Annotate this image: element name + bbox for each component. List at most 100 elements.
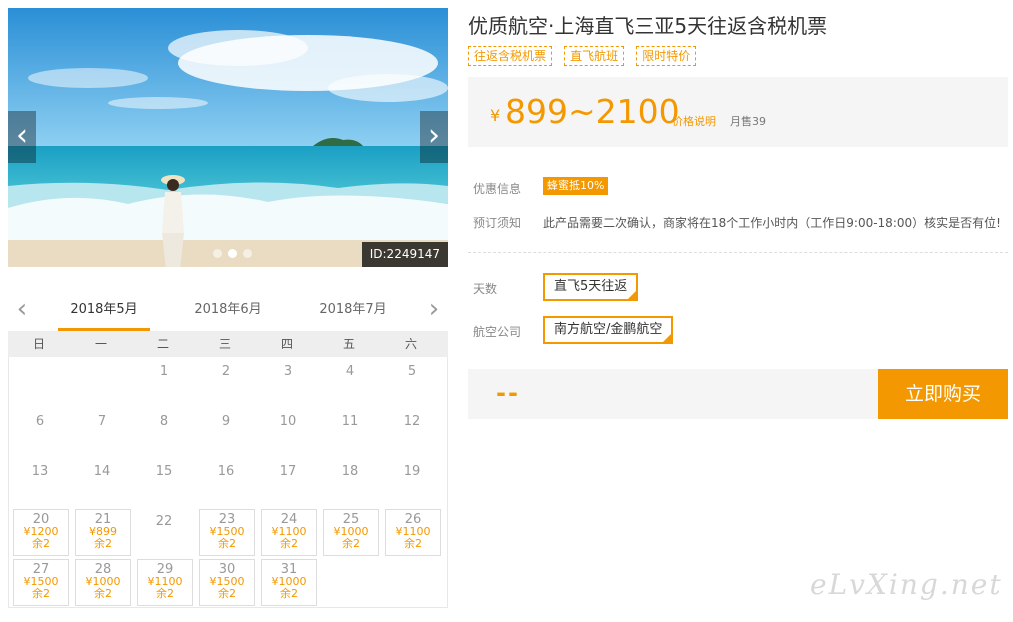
calendar-day: 22	[133, 507, 195, 557]
calendar-day-available[interactable]: 24 ¥1100 余2	[261, 509, 317, 556]
calendar-day: 2	[195, 357, 257, 407]
calendar-day: 7	[71, 407, 133, 457]
total-price-bar: --	[468, 369, 878, 419]
calendar-next-icon[interactable]: ›	[422, 295, 446, 325]
notice-label: 预订须知	[473, 216, 522, 230]
calendar-day-number: 10	[279, 414, 297, 429]
calendar-day-stock: 余2	[156, 587, 174, 600]
calendar-day-stock: 余2	[94, 537, 112, 550]
calendar-day-available[interactable]: 23 ¥1500 余2	[199, 509, 255, 556]
calendar-day: 9	[195, 407, 257, 457]
promo-badge: 蜂蜜抵10%	[543, 177, 609, 195]
airline-option-button[interactable]: 南方航空/金鹏航空	[543, 316, 674, 344]
departure-calendar: ‹ 2018年5月 2018年6月 2018年7月 › 日 一 二 三 四 五 …	[8, 295, 448, 608]
calendar-day-available[interactable]: 27 ¥1500 余2	[13, 559, 69, 606]
calendar-day: 4	[319, 357, 381, 407]
carousel-dots	[213, 243, 258, 262]
price-panel: ¥ 899~2100 价格说明 月售39	[468, 77, 1008, 147]
calendar-day-available[interactable]: 28 ¥1000 余2	[75, 559, 131, 606]
calendar-day-available[interactable]: 29 ¥1100 余2	[137, 559, 193, 606]
calendar-header: ‹ 2018年5月 2018年6月 2018年7月 ›	[8, 295, 448, 331]
calendar-day: 17	[257, 457, 319, 507]
days-label: 天数	[473, 282, 498, 296]
calendar-day-stock: 余2	[32, 537, 50, 550]
calendar-day-available[interactable]: 25 ¥1000 余2	[323, 509, 379, 556]
tab-month[interactable]: 2018年5月	[58, 295, 150, 331]
buy-now-button[interactable]: 立即购买	[878, 369, 1008, 419]
calendar-day-stock: 余2	[94, 587, 112, 600]
calendar-day-available[interactable]: 21 ¥899 余2	[75, 509, 131, 556]
product-tags: 往返含税机票 直飞航班 限时特价	[468, 45, 703, 66]
calendar-day-number: 5	[407, 364, 417, 379]
calendar-day-number: 12	[403, 414, 421, 429]
price-explanation-link[interactable]: 价格说明	[672, 113, 716, 129]
calendar-day-number: 7	[97, 414, 107, 429]
calendar-day: 6	[9, 407, 71, 457]
calendar-day-stock: 余2	[280, 537, 298, 550]
calendar-day-number: 16	[217, 464, 235, 479]
calendar-day-number: 22	[155, 514, 173, 529]
carousel-dot[interactable]	[228, 249, 237, 258]
calendar-day: 18	[319, 457, 381, 507]
product-title: 优质航空·上海直飞三亚5天往返含税机票	[468, 14, 828, 38]
calendar-day-number: 6	[35, 414, 45, 429]
calendar-day: 5	[381, 357, 443, 407]
calendar-day-stock: 余2	[32, 587, 50, 600]
price-range: 899~2100	[505, 92, 680, 131]
airline-label: 航空公司	[473, 325, 522, 339]
calendar-day-number: 3	[283, 364, 293, 379]
total-price: --	[496, 379, 520, 407]
promo-label: 优惠信息	[473, 182, 522, 196]
currency-symbol: ¥	[490, 106, 501, 125]
weekday-label: 四	[280, 337, 293, 351]
tab-month[interactable]: 2018年6月	[182, 295, 274, 331]
calendar-day-stock: 余2	[404, 537, 422, 550]
calendar-day-available[interactable]: 31 ¥1000 余2	[261, 559, 317, 606]
carousel-dot[interactable]	[243, 249, 252, 258]
calendar-day-number: 19	[403, 464, 421, 479]
calendar-day-number: 15	[155, 464, 173, 479]
calendar-day-stock: 余2	[218, 537, 236, 550]
image-id-label: ID:2249147	[361, 242, 448, 267]
calendar-day-number: 1	[159, 364, 169, 379]
weekday-label: 六	[404, 337, 417, 351]
calendar-day-stock: 余2	[342, 537, 360, 550]
calendar-prev-icon[interactable]: ‹	[10, 295, 34, 325]
calendar-empty-cell	[9, 357, 71, 407]
carousel-dot[interactable]	[213, 249, 222, 258]
days-option-button[interactable]: 直飞5天往返	[543, 273, 639, 301]
monthly-sales: 月售39	[730, 115, 766, 128]
calendar-empty-cell	[71, 357, 133, 407]
weekday-label: 日	[32, 337, 45, 351]
site-watermark: eLvXing.net	[810, 568, 1003, 601]
divider	[468, 252, 1008, 253]
calendar-day-available[interactable]: 26 ¥1100 余2	[385, 509, 441, 556]
calendar-day: 13	[9, 457, 71, 507]
calendar-day: 19	[381, 457, 443, 507]
weekday-label: 五	[342, 337, 355, 351]
weekday-row: 日 一 二 三 四 五 六	[8, 331, 448, 357]
calendar-day-number: 2	[221, 364, 231, 379]
calendar-day: 15	[133, 457, 195, 507]
calendar-day-number: 4	[345, 364, 355, 379]
calendar-day: 11	[319, 407, 381, 457]
calendar-day: 1	[133, 357, 195, 407]
weekday-label: 一	[94, 337, 107, 351]
calendar-day-available[interactable]: 30 ¥1500 余2	[199, 559, 255, 606]
calendar-day-number: 11	[341, 414, 359, 429]
calendar-day: 3	[257, 357, 319, 407]
calendar-day-stock: 余2	[280, 587, 298, 600]
weekday-label: 三	[218, 337, 231, 351]
calendar-day-number: 14	[93, 464, 111, 479]
notice-text: 此产品需要二次确认，商家将在18个工作小时内（工作日9:00-18:00）核实是…	[543, 216, 1001, 230]
product-image-carousel: ‹ › ID:2249147	[8, 8, 448, 267]
calendar-day-available[interactable]: 20 ¥1200 余2	[13, 509, 69, 556]
product-tag: 限时特价	[636, 46, 697, 66]
carousel-next-button[interactable]: ›	[420, 111, 448, 163]
calendar-day: 10	[257, 407, 319, 457]
carousel-prev-button[interactable]: ‹	[8, 111, 36, 163]
calendar-grid: 1 2 3 4 5 6 7 8 9 10 11 12 13 14 15 16 17 18 19 20 ¥1200 余2 21…	[8, 357, 448, 608]
product-tag: 直飞航班	[564, 46, 625, 66]
calendar-day: 16	[195, 457, 257, 507]
tab-month[interactable]: 2018年7月	[307, 295, 399, 331]
